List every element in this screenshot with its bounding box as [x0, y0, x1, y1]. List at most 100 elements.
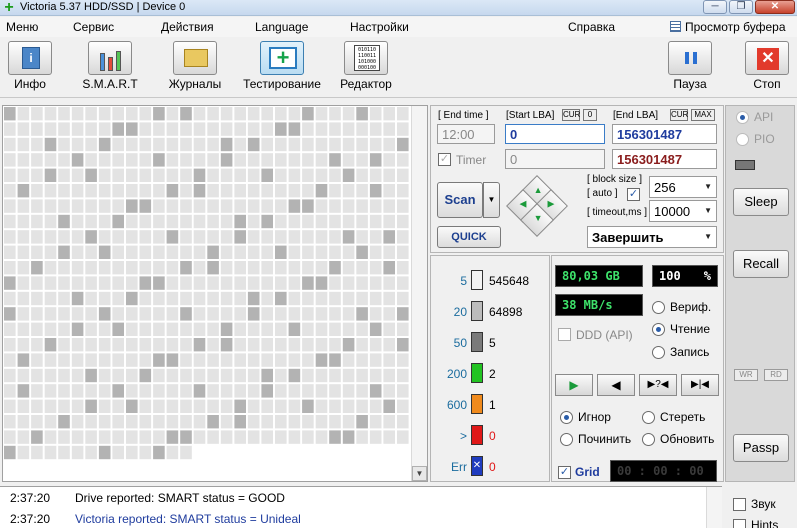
smart-button[interactable]: S.M.A.R.T [82, 41, 138, 91]
end-time-input[interactable]: 12:00 [437, 124, 495, 144]
maximize-button[interactable]: ❐ [729, 0, 753, 14]
grid-block [315, 338, 328, 352]
grid-block [126, 214, 138, 229]
grid-scrollbar[interactable]: ▼ [411, 106, 427, 481]
scan-dropdown-button[interactable]: ▼ [483, 182, 500, 218]
testing-label: Тестирование [243, 77, 321, 91]
erase-radio[interactable] [642, 411, 655, 424]
api-radio[interactable] [736, 111, 749, 124]
start-zero-button[interactable]: 0 [583, 109, 597, 121]
auto-checkbox[interactable]: ✓ [627, 188, 640, 201]
block-size-select[interactable]: 256 [649, 176, 717, 198]
ddd-checkbox[interactable] [558, 328, 571, 341]
start-cur-button[interactable]: CUR [562, 109, 580, 121]
wr-button[interactable]: WR [734, 369, 758, 381]
pio-radio[interactable] [736, 133, 749, 146]
menu-language[interactable]: Language [255, 20, 308, 34]
scroll-down-button[interactable]: ▼ [412, 466, 427, 481]
timer-label: Timer [456, 153, 487, 167]
grid-block [58, 122, 70, 136]
timer-checkbox[interactable]: ✓ [438, 153, 451, 166]
dpad-control: ▲ ◀ ▶ ▼ [506, 175, 568, 237]
grid-block [207, 230, 219, 244]
grid-block [261, 307, 273, 321]
menu-actions[interactable]: Действия [161, 20, 214, 34]
recall-button[interactable]: Recall [733, 250, 789, 278]
finish-action-select[interactable]: Завершить [587, 226, 717, 248]
play-button[interactable]: ▶ [555, 374, 593, 396]
refresh-radio[interactable] [642, 433, 655, 446]
grid-block [58, 307, 70, 321]
stop-button[interactable]: ✕ Стоп [744, 41, 790, 91]
scan-button[interactable]: Scan [437, 182, 483, 218]
hints-checkbox[interactable] [733, 519, 746, 528]
grid-block [247, 122, 260, 136]
grid-block [4, 415, 16, 429]
grid-block [383, 261, 395, 275]
log-scrollbar[interactable] [706, 487, 722, 528]
grid-block [71, 322, 84, 336]
grid-block [98, 199, 111, 213]
read-radio[interactable] [652, 323, 665, 336]
end-cur-button[interactable]: CUR [670, 109, 688, 121]
write-radio[interactable] [652, 346, 665, 359]
grid-block [180, 168, 192, 182]
grid-block [17, 184, 30, 198]
grid-block [220, 399, 233, 413]
start-lba-label: [Start LBA] [506, 110, 555, 121]
ignore-radio[interactable] [560, 411, 573, 424]
journals-button[interactable]: Журналы [167, 41, 223, 91]
minimize-button[interactable]: ─ [703, 0, 727, 14]
grid-block [98, 137, 111, 152]
arrow-right-icon: ▶ [547, 198, 555, 209]
menu-help[interactable]: Справка [568, 20, 615, 34]
grid-block [315, 291, 328, 306]
timing-count: 64898 [489, 305, 523, 319]
grid-block [166, 122, 179, 136]
menu-main[interactable]: Меню [6, 20, 38, 34]
grid-block [71, 184, 84, 198]
info-button[interactable]: i Инфо [7, 41, 53, 91]
buffer-view-link[interactable]: Просмотр буфера [670, 20, 786, 34]
timing-stat-row: 5 545648 [431, 270, 549, 292]
verify-radio[interactable] [652, 301, 665, 314]
grid-block [288, 276, 301, 290]
rd-button[interactable]: RD [764, 369, 788, 381]
close-button[interactable]: ✕ [755, 0, 795, 14]
grid-block [153, 184, 165, 198]
menu-settings[interactable]: Настройки [350, 20, 409, 34]
grid-block [166, 322, 179, 336]
timer-input[interactable]: 0 [505, 149, 605, 169]
grid-block [302, 230, 314, 244]
grid-block [207, 245, 219, 259]
grid-block [98, 368, 111, 383]
reverse-button[interactable]: ◀ [597, 374, 635, 396]
end-lba-input[interactable]: 156301487 [612, 124, 717, 144]
end-button[interactable]: ▶|◀ [681, 374, 719, 396]
menu-service[interactable]: Сервис [73, 20, 114, 34]
testing-button[interactable]: Тестирование [240, 41, 324, 91]
grid-block [31, 430, 43, 444]
pause-button[interactable]: Пауза [667, 41, 713, 91]
grid-block [383, 430, 395, 444]
grid-block [397, 122, 409, 136]
sleep-button[interactable]: Sleep [733, 188, 789, 216]
repair-radio[interactable] [560, 433, 573, 446]
grid-checkbox[interactable]: ✓ [558, 466, 571, 479]
grid-block [220, 276, 233, 290]
grid-block [58, 399, 70, 413]
end-max-button[interactable]: MAX [691, 109, 715, 121]
skip-button[interactable]: ▶?◀ [639, 374, 677, 396]
passp-button[interactable]: Passp [733, 434, 789, 462]
start-lba-input[interactable]: 0 [505, 124, 605, 144]
grid-block [193, 384, 206, 398]
sound-checkbox[interactable] [733, 498, 746, 511]
grid-block [71, 261, 84, 275]
quick-button[interactable]: QUICK [437, 226, 501, 248]
grid-block [85, 322, 97, 336]
editor-button[interactable]: 010110 110011 101000 000100 Редактор [337, 41, 395, 91]
grid-block [44, 368, 57, 383]
timeout-select[interactable]: 10000 [649, 200, 717, 222]
grid-block [126, 184, 138, 198]
grid-block [261, 245, 273, 259]
